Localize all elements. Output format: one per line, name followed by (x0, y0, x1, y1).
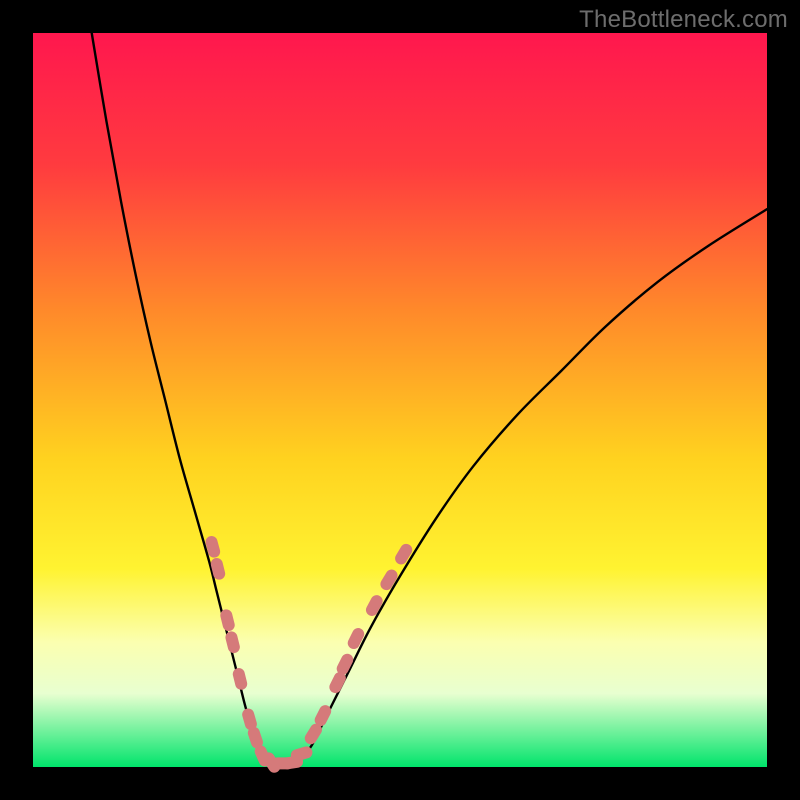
watermark-text: TheBottleneck.com (579, 6, 788, 34)
curve-marker (219, 608, 236, 632)
plot-area (33, 33, 767, 767)
curve-markers (204, 535, 414, 775)
chart-svg (33, 33, 767, 767)
outer-frame: TheBottleneck.com (0, 0, 800, 800)
curve-marker (393, 542, 415, 567)
curve-marker (232, 667, 249, 691)
bottleneck-curve (92, 33, 767, 766)
curve-marker (224, 630, 241, 654)
curve-marker (346, 626, 367, 651)
